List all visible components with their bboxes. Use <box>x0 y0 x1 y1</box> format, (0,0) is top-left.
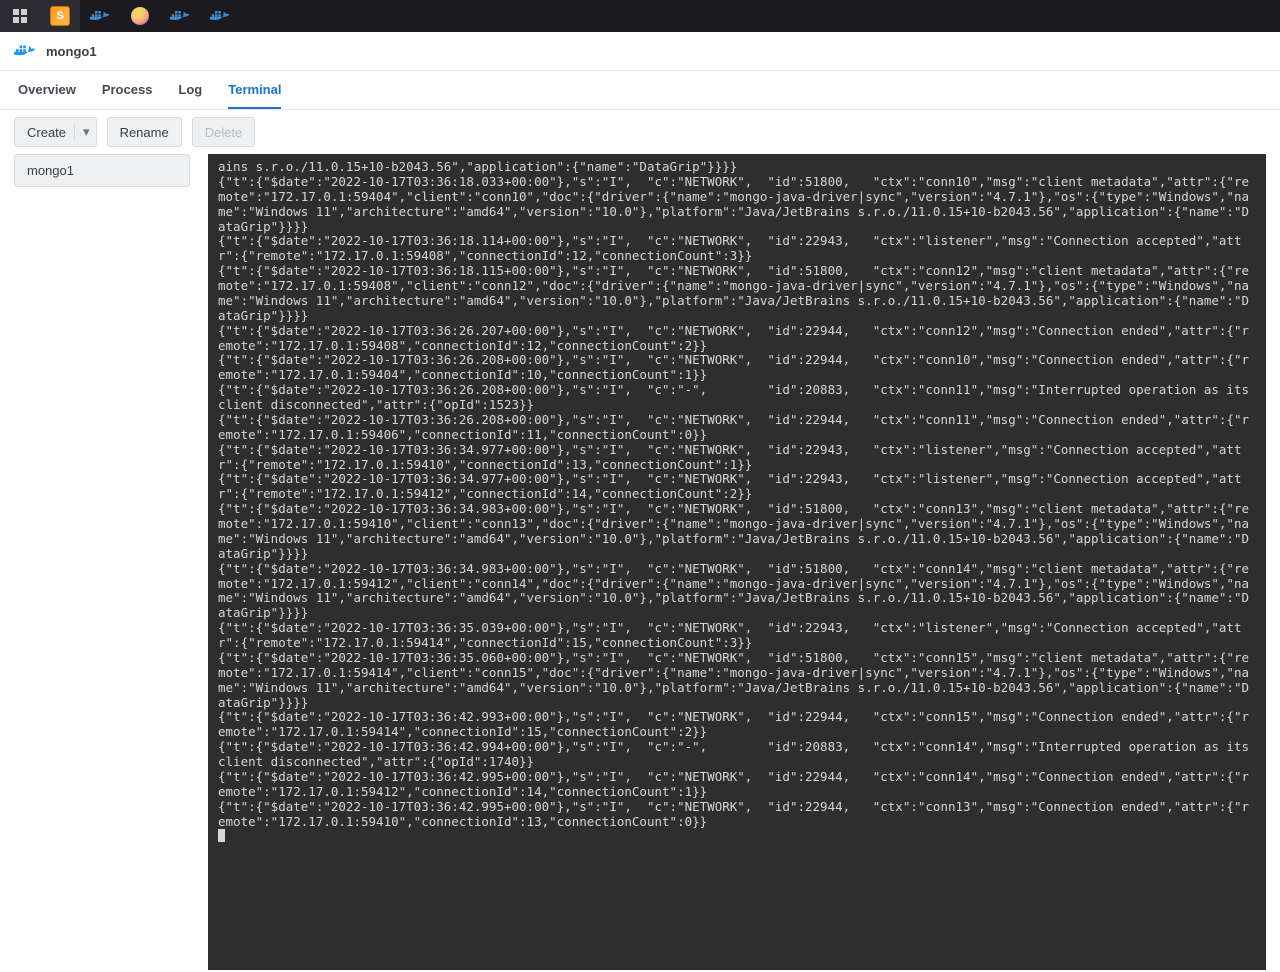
sessions-sidebar: mongo1 <box>14 154 190 958</box>
delete-button-label: Delete <box>205 125 243 140</box>
toolbar: Create ▾ Rename Delete <box>0 110 1280 154</box>
taskbar-app-docker-1[interactable] <box>80 0 120 32</box>
tab-overview[interactable]: Overview <box>18 71 76 109</box>
tab-terminal[interactable]: Terminal <box>228 71 281 109</box>
container-title: mongo1 <box>46 44 97 59</box>
taskbar-app-browser[interactable] <box>120 0 160 32</box>
terminal-output[interactable]: ains s.r.o./11.0.15+10-b2043.56","applic… <box>208 154 1266 970</box>
chevron-down-icon[interactable]: ▾ <box>74 124 90 140</box>
session-item[interactable]: mongo1 <box>14 154 190 187</box>
body: mongo1 ains s.r.o./11.0.15+10-b2043.56",… <box>0 154 1280 972</box>
delete-button: Delete <box>192 117 256 147</box>
rename-button-label: Rename <box>120 125 169 140</box>
terminal-panel: ains s.r.o./11.0.15+10-b2043.56","applic… <box>208 154 1266 958</box>
create-button[interactable]: Create ▾ <box>14 117 97 147</box>
tabs: Overview Process Log Terminal <box>0 71 1280 110</box>
session-item-label: mongo1 <box>27 163 74 178</box>
create-button-label: Create <box>27 125 66 140</box>
taskbar-app-docker-3[interactable] <box>200 0 240 32</box>
taskbar-apps-icon[interactable] <box>0 0 40 32</box>
tab-process[interactable]: Process <box>102 71 153 109</box>
tab-log[interactable]: Log <box>178 71 202 109</box>
container-page: mongo1 Overview Process Log Terminal Cre… <box>0 32 1280 972</box>
titlebar: mongo1 <box>0 32 1280 71</box>
rename-button[interactable]: Rename <box>107 117 182 147</box>
os-taskstrip: S <box>0 0 1280 32</box>
taskbar-app-sublime[interactable]: S <box>40 0 80 32</box>
taskbar-app-docker-2[interactable] <box>160 0 200 32</box>
docker-icon <box>14 43 36 59</box>
